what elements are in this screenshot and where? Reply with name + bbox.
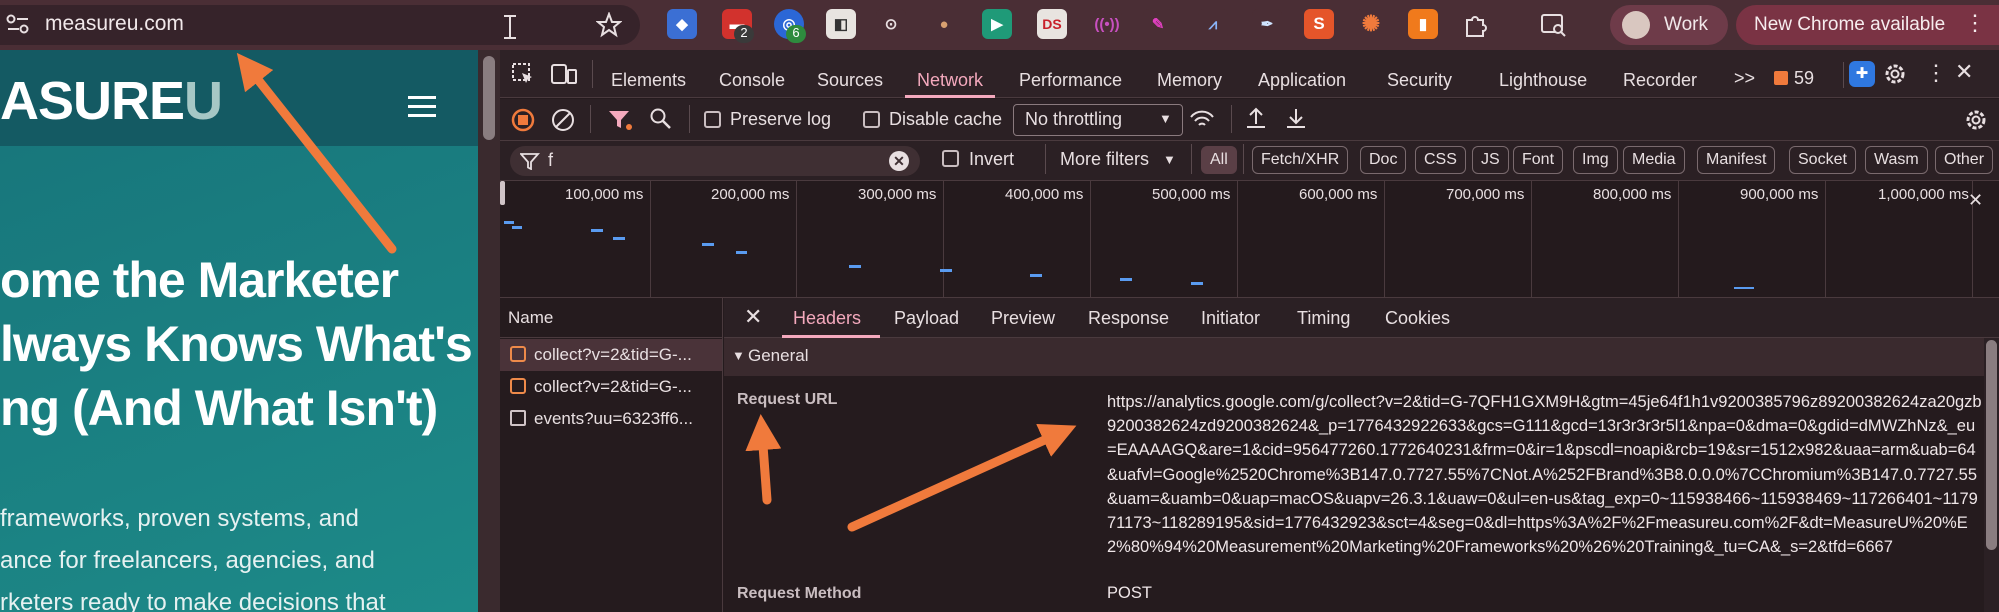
annotation-arrows — [236, 52, 1077, 532]
arrow-to-request-url-label — [745, 414, 782, 505]
arrow-to-url-bar — [236, 52, 397, 254]
arrow-to-request-url-value — [847, 424, 1077, 532]
